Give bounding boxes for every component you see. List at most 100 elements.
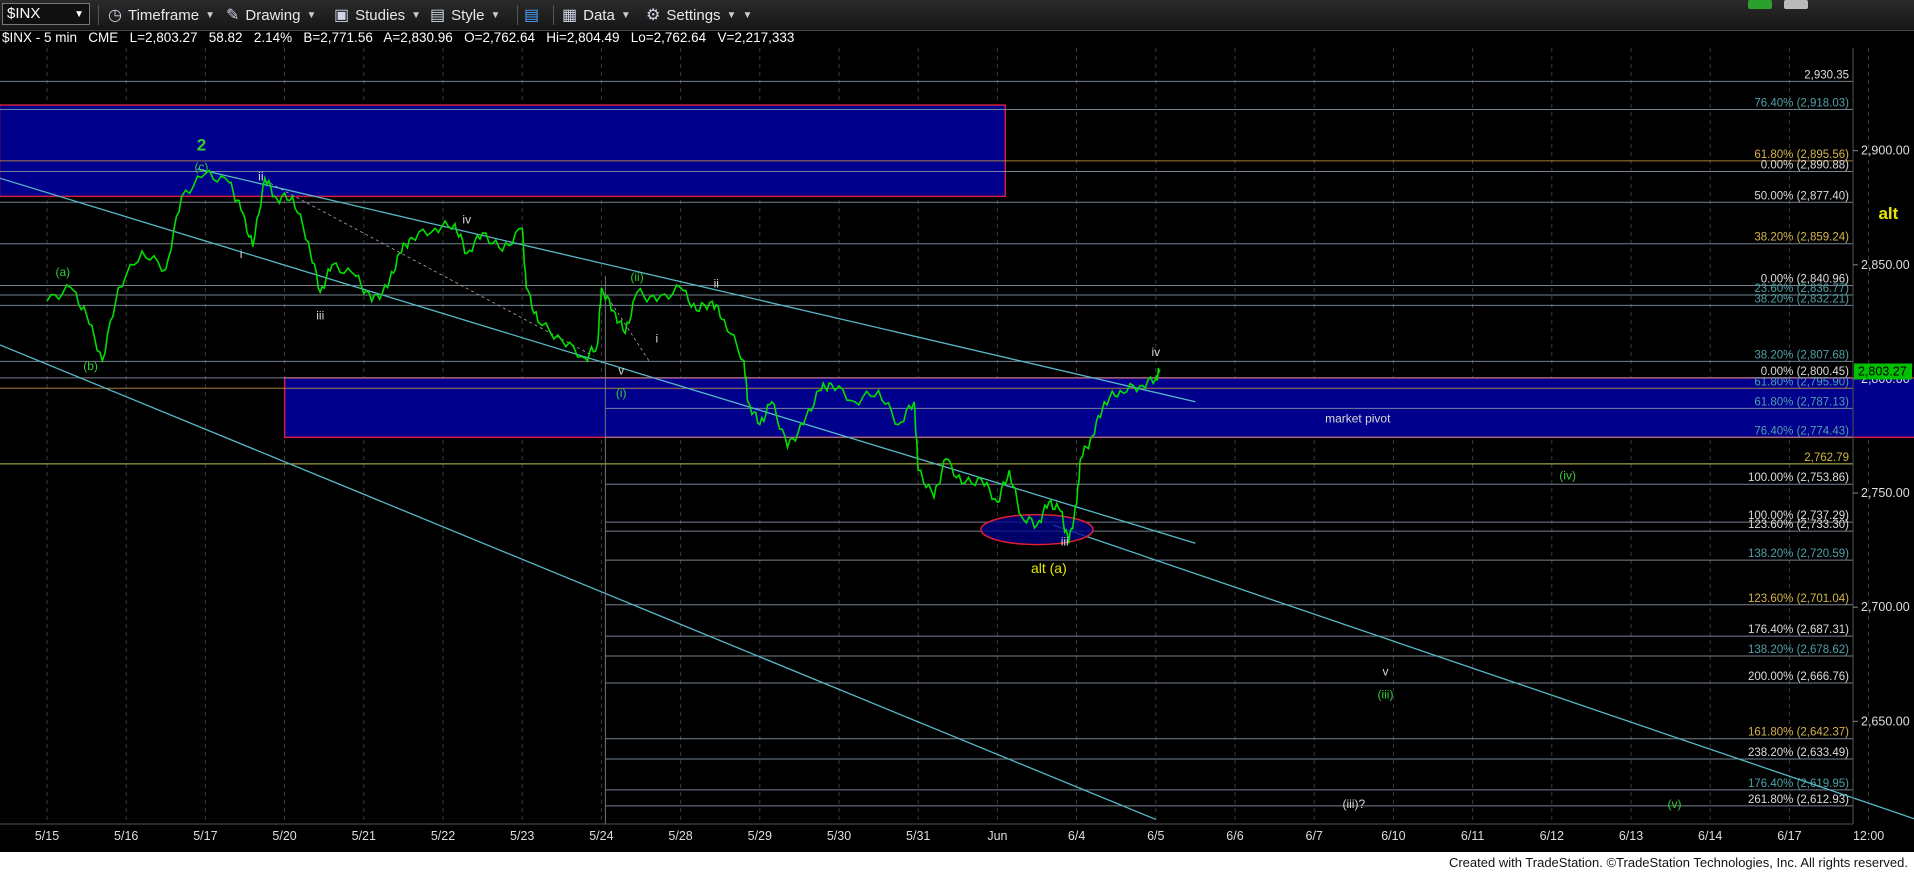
fib-level-label: 61.80% (2,787.13) xyxy=(1754,396,1849,408)
date-axis-label: 5/24 xyxy=(589,829,613,843)
date-axis-label: 6/5 xyxy=(1147,829,1164,843)
data-label: Data xyxy=(583,6,615,24)
price-axis-label: 2,850.00 xyxy=(1861,258,1910,272)
chevron-down-icon: ▼ xyxy=(490,9,501,21)
date-axis-label: 12:00 xyxy=(1853,829,1884,843)
symbol-input[interactable]: $INX ▼ xyxy=(2,3,90,25)
chevron-down-icon: ▼ xyxy=(726,9,737,21)
date-axis-label: 5/22 xyxy=(431,829,455,843)
price-axis-label: 2,700.00 xyxy=(1861,600,1910,614)
fib-level-label: 2,930.35 xyxy=(1804,69,1849,81)
wave-label: ii xyxy=(714,277,719,291)
green-corner-button[interactable] xyxy=(1748,0,1772,9)
wave-label: i xyxy=(240,247,243,261)
layout-icon: ▤ xyxy=(524,7,540,24)
fib-level-label: 200.00% (2,666.76) xyxy=(1748,671,1849,683)
wave-label: (v) xyxy=(1668,797,1682,811)
price-axis-label: 2,900.00 xyxy=(1861,144,1910,158)
date-axis-label: 5/17 xyxy=(193,829,217,843)
wave-label: (a) xyxy=(56,265,71,279)
wave-label: v xyxy=(1382,665,1388,679)
fib-level-label: 138.20% (2,678.62) xyxy=(1748,644,1849,656)
price-axis-label: 2,750.00 xyxy=(1861,486,1910,500)
style-icon: ▤ xyxy=(430,7,446,24)
wave-label: iv xyxy=(1151,345,1160,359)
wave-label: (iii)? xyxy=(1342,797,1365,811)
fib-level-label: 138.20% (2,720.59) xyxy=(1748,548,1849,560)
date-axis-label: 6/7 xyxy=(1306,829,1323,843)
chevron-down-icon: ▼ xyxy=(411,9,422,21)
date-axis-label: 6/14 xyxy=(1698,829,1722,843)
fib-level-label: 2,762.79 xyxy=(1804,452,1849,464)
info-low: Lo=2,762.64 xyxy=(630,30,707,45)
info-last: L=2,803.27 xyxy=(129,30,198,45)
fib-level-label: 261.80% (2,612.93) xyxy=(1748,794,1849,806)
date-axis-label: 6/6 xyxy=(1226,829,1243,843)
date-axis-label: 5/29 xyxy=(748,829,772,843)
chevron-down-icon: ▼ xyxy=(620,9,631,21)
info-symbol: $INX - 5 min xyxy=(2,30,78,45)
studies-menu[interactable]: ▣ Studies ▼ xyxy=(334,4,421,26)
gray-corner-button[interactable] xyxy=(1784,0,1808,9)
toolbar-separator xyxy=(98,5,99,25)
fib-level-label: 61.80% (2,795.90) xyxy=(1754,376,1849,388)
wave-label: (b) xyxy=(83,359,98,373)
info-volume: V=2,217,333 xyxy=(717,30,795,45)
chevron-down-icon: ▼ xyxy=(205,9,215,21)
style-menu[interactable]: ▤ Style ▼ xyxy=(430,4,500,26)
date-axis-label: 6/12 xyxy=(1540,829,1564,843)
date-axis-label: 6/17 xyxy=(1777,829,1801,843)
clock-icon: ◷ xyxy=(108,7,122,24)
wave-label: ii xyxy=(258,169,263,183)
chevron-down-icon: ▼ xyxy=(742,9,753,21)
fib-level-label: 0.00% (2,890.88) xyxy=(1761,160,1849,172)
trend-channel-line xyxy=(0,177,1196,544)
settings-menu[interactable]: ⚙ Settings ▼ ▼ xyxy=(646,4,752,26)
wave-label: iii xyxy=(1061,535,1069,549)
price-chart[interactable]: 2,930.3576.40% (2,918.03)61.80% (2,895.5… xyxy=(0,48,1914,852)
date-axis-label: 6/13 xyxy=(1619,829,1643,843)
toolbar-separator xyxy=(553,5,554,25)
date-axis-label: 5/16 xyxy=(114,829,138,843)
info-ask: A=2,830.96 xyxy=(383,30,453,45)
toolbar-separator xyxy=(517,5,518,25)
date-axis-label: 5/30 xyxy=(827,829,851,843)
info-open: O=2,762.64 xyxy=(464,30,536,45)
layout-button[interactable]: ▤ xyxy=(524,4,545,26)
date-axis-label: 6/4 xyxy=(1068,829,1085,843)
symbol-text: $INX xyxy=(7,5,41,22)
settings-label: Settings xyxy=(666,6,721,24)
info-pct: 2.14% xyxy=(253,30,293,45)
timeframe-label: Timeframe xyxy=(127,6,200,24)
date-axis-label: 5/21 xyxy=(352,829,376,843)
fib-level-label: 161.80% (2,642.37) xyxy=(1748,727,1849,739)
chevron-down-icon: ▼ xyxy=(306,9,317,21)
fib-level-label: 123.60% (2,733.30) xyxy=(1748,519,1849,531)
wave-label: alt xyxy=(1878,204,1898,223)
wave-label: (i) xyxy=(616,386,627,400)
wave-label: v xyxy=(618,363,624,377)
fib-level-label: 50.00% (2,877.40) xyxy=(1754,190,1849,202)
date-axis-label: 6/11 xyxy=(1461,829,1484,843)
fib-level-label: 176.40% (2,687.31) xyxy=(1748,624,1849,636)
wave-label: market pivot xyxy=(1325,411,1391,425)
wave-label: (iii) xyxy=(1377,687,1393,701)
copyright-footer: Created with TradeStation. ©TradeStation… xyxy=(1446,855,1910,870)
wave-label: iv xyxy=(462,213,471,227)
wave-label: i xyxy=(656,331,659,345)
wave-label: (iv) xyxy=(1559,468,1576,482)
info-bid: B=2,771.56 xyxy=(303,30,373,45)
studies-label: Studies xyxy=(355,6,406,24)
wave-label: (ii) xyxy=(630,270,643,284)
drawing-menu[interactable]: ✎ Drawing ▼ xyxy=(226,4,316,26)
date-axis-label: 5/31 xyxy=(906,829,930,843)
fib-level-label: 76.40% (2,774.43) xyxy=(1754,425,1849,437)
info-change: 58.82 xyxy=(208,30,243,45)
timeframe-menu[interactable]: ◷ Timeframe ▼ xyxy=(108,4,215,26)
target-zone xyxy=(283,377,1914,439)
wave-label: (c) xyxy=(194,160,208,174)
wave-label: iii xyxy=(316,309,324,323)
info-exchange: CME xyxy=(88,30,119,45)
wave-label: alt (a) xyxy=(1031,560,1067,576)
data-menu[interactable]: ▦ Data ▼ xyxy=(562,4,631,26)
